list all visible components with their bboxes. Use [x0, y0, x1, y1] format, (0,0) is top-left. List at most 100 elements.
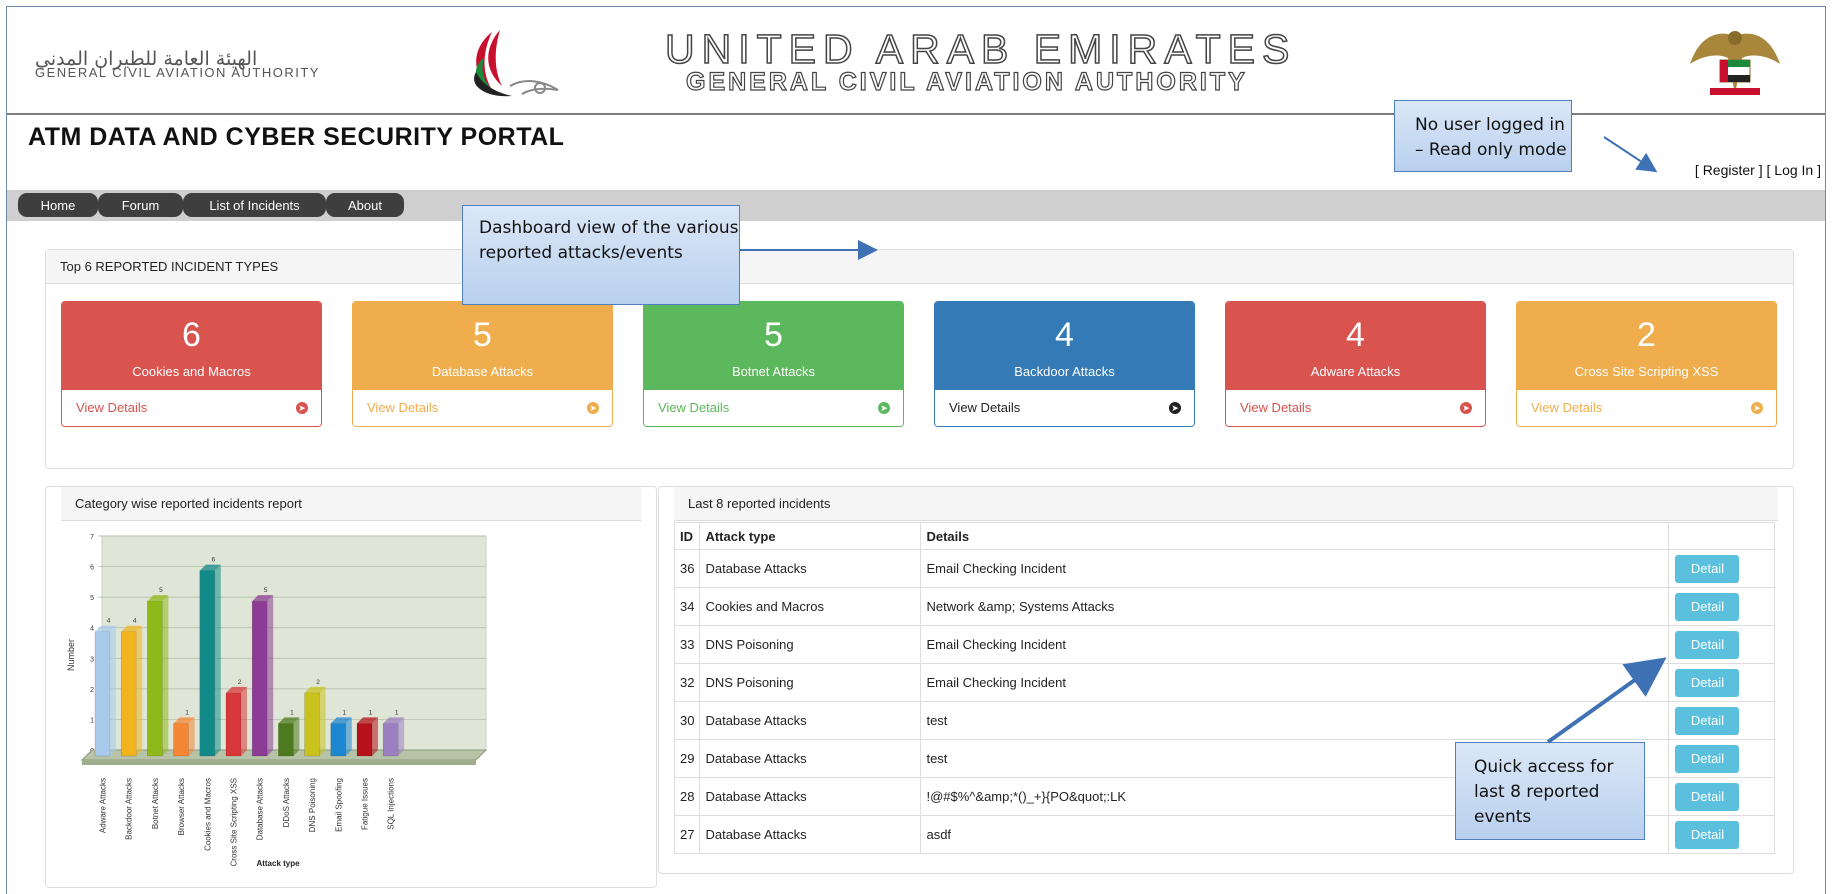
- register-link[interactable]: [ Register ]: [1695, 162, 1763, 178]
- bar-value-label: 2: [316, 679, 320, 686]
- bar-side: [110, 625, 116, 756]
- x-tick-label: Cross Site Scripting XSS: [230, 778, 239, 866]
- bar: [356, 723, 373, 757]
- tab-home[interactable]: Home: [18, 193, 98, 217]
- cell-attack-type: Database Attacks: [699, 815, 922, 854]
- bar: [330, 723, 347, 757]
- bar-side: [188, 717, 195, 756]
- bar: [173, 723, 189, 757]
- view-details-link[interactable]: View Details ➤: [935, 390, 1194, 426]
- view-details-link[interactable]: View Details ➤: [644, 390, 903, 426]
- login-link[interactable]: [ Log In ]: [1767, 162, 1821, 178]
- bar-value-label: 6: [211, 557, 215, 564]
- uae-emblem-icon: [1690, 31, 1780, 95]
- cell-id: 27: [673, 815, 701, 854]
- bar: [199, 570, 216, 757]
- country-title: UNITED ARAB EMIRATES: [664, 25, 1297, 73]
- detail-button[interactable]: Detail: [1675, 744, 1740, 773]
- cell-id: 33: [673, 625, 701, 664]
- cell-attack-type: Database Attacks: [699, 777, 922, 816]
- cell-action: Detail: [1668, 663, 1776, 702]
- tab-forum[interactable]: Forum: [98, 193, 183, 217]
- quick-access-callout: Quick access for last 8 reported events: [1455, 742, 1645, 840]
- arrow-circle-right-icon: ➤: [1169, 402, 1181, 414]
- card-header: 5 Botnet Attacks: [644, 302, 903, 390]
- portal-title: ATM DATA AND CYBER SECURITY PORTAL: [28, 123, 565, 151]
- bar: [251, 600, 268, 757]
- x-tick-label: SQL Injections: [387, 778, 396, 830]
- x-tick-label: Email Spoofing: [334, 778, 343, 832]
- table-row: 30 Database Attacks test Detail: [673, 701, 1776, 740]
- detail-button[interactable]: Detail: [1675, 706, 1740, 735]
- bar-value-label: 1: [185, 709, 189, 716]
- cell-action: Detail: [1668, 739, 1776, 778]
- col-details: Details: [920, 522, 1670, 550]
- x-tick-label: Backdoor Attacks: [125, 778, 134, 840]
- card-label: Backdoor Attacks: [1014, 364, 1115, 379]
- cell-details: Email Checking Incident: [920, 663, 1670, 702]
- card-label: Botnet Attacks: [731, 364, 816, 379]
- incident-type-card: 4 Adware Attacks View Details ➤: [1225, 301, 1486, 427]
- cell-action: Detail: [1668, 701, 1776, 740]
- view-details-link[interactable]: View Details ➤: [353, 390, 612, 426]
- cell-attack-type: DNS Poisoning: [699, 663, 922, 702]
- arrow-circle-right-icon: ➤: [878, 402, 890, 414]
- detail-button[interactable]: Detail: [1675, 592, 1740, 621]
- tab-list-of-incidents[interactable]: List of Incidents: [183, 193, 326, 217]
- x-tick-label: DDoS Attacks: [282, 778, 291, 827]
- x-tick-label: Database Attacks: [256, 778, 265, 840]
- col-action: [1668, 522, 1776, 550]
- cell-id: 32: [673, 663, 701, 702]
- x-tick-label: Cookies and Macros: [203, 778, 212, 851]
- gcaa-english-name: GENERAL CIVIL AVIATION AUTHORITY: [35, 65, 320, 80]
- bar-side: [267, 595, 274, 756]
- arrow-circle-right-icon: ➤: [587, 402, 599, 414]
- bar-side: [345, 717, 352, 756]
- bar-value-label: 2: [238, 679, 242, 686]
- bar: [225, 692, 242, 757]
- bar: [147, 600, 163, 757]
- bar-side: [162, 595, 169, 756]
- cell-id: 29: [673, 739, 701, 778]
- cell-attack-type: DNS Poisoning: [699, 625, 922, 664]
- card-count: 6: [182, 316, 201, 354]
- authority-title: GENERAL CIVIL AVIATION AUTHORITY: [685, 67, 1248, 96]
- bar-side: [136, 625, 143, 756]
- tab-about[interactable]: About: [326, 193, 404, 217]
- bar-side: [319, 686, 326, 756]
- bar-value-label: 1: [369, 709, 373, 716]
- table-row: 32 DNS Poisoning Email Checking Incident De…: [673, 663, 1776, 702]
- incident-type-card: 5 Botnet Attacks View Details ➤: [643, 301, 904, 427]
- cell-id: 36: [673, 549, 701, 588]
- login-note-callout: No user logged in – Read only mode: [1394, 100, 1572, 172]
- incident-type-card: 5 Database Attacks View Details ➤: [352, 301, 613, 427]
- card-header: 5 Database Attacks: [353, 302, 612, 390]
- incident-type-card: 2 Cross Site Scripting XSS View Details ➤: [1516, 301, 1777, 427]
- view-details-link[interactable]: View Details ➤: [62, 390, 321, 426]
- auth-links: [ Register ] [ Log In ]: [1695, 162, 1821, 178]
- bar-side: [372, 717, 378, 756]
- cell-details: Email Checking Incident: [920, 549, 1670, 588]
- card-count: 4: [1055, 316, 1074, 354]
- x-axis-label: Attack type: [256, 859, 300, 868]
- bar: [304, 692, 320, 757]
- y-tick-label: 6: [90, 565, 94, 572]
- detail-button[interactable]: Detail: [1675, 554, 1740, 583]
- detail-button[interactable]: Detail: [1675, 820, 1740, 849]
- bar-side: [214, 564, 221, 756]
- view-details-link[interactable]: View Details ➤: [1517, 390, 1776, 426]
- view-details-label: View Details: [1531, 400, 1603, 415]
- x-tick-label: Browser Attacks: [177, 778, 186, 835]
- bar-value-label: 4: [133, 618, 137, 625]
- view-details-label: View Details: [658, 400, 730, 415]
- col-id: ID: [673, 522, 701, 550]
- cell-details: test: [920, 701, 1670, 740]
- detail-button[interactable]: Detail: [1675, 782, 1740, 811]
- detail-button[interactable]: Detail: [1675, 668, 1740, 697]
- view-details-link[interactable]: View Details ➤: [1226, 390, 1485, 426]
- card-header: 6 Cookies and Macros: [62, 302, 321, 390]
- detail-button[interactable]: Detail: [1675, 630, 1740, 659]
- last-incidents-title: Last 8 reported incidents: [674, 487, 1778, 521]
- table-row: 36 Database Attacks Email Checking Inciden…: [673, 549, 1776, 588]
- card-count: 4: [1346, 316, 1365, 354]
